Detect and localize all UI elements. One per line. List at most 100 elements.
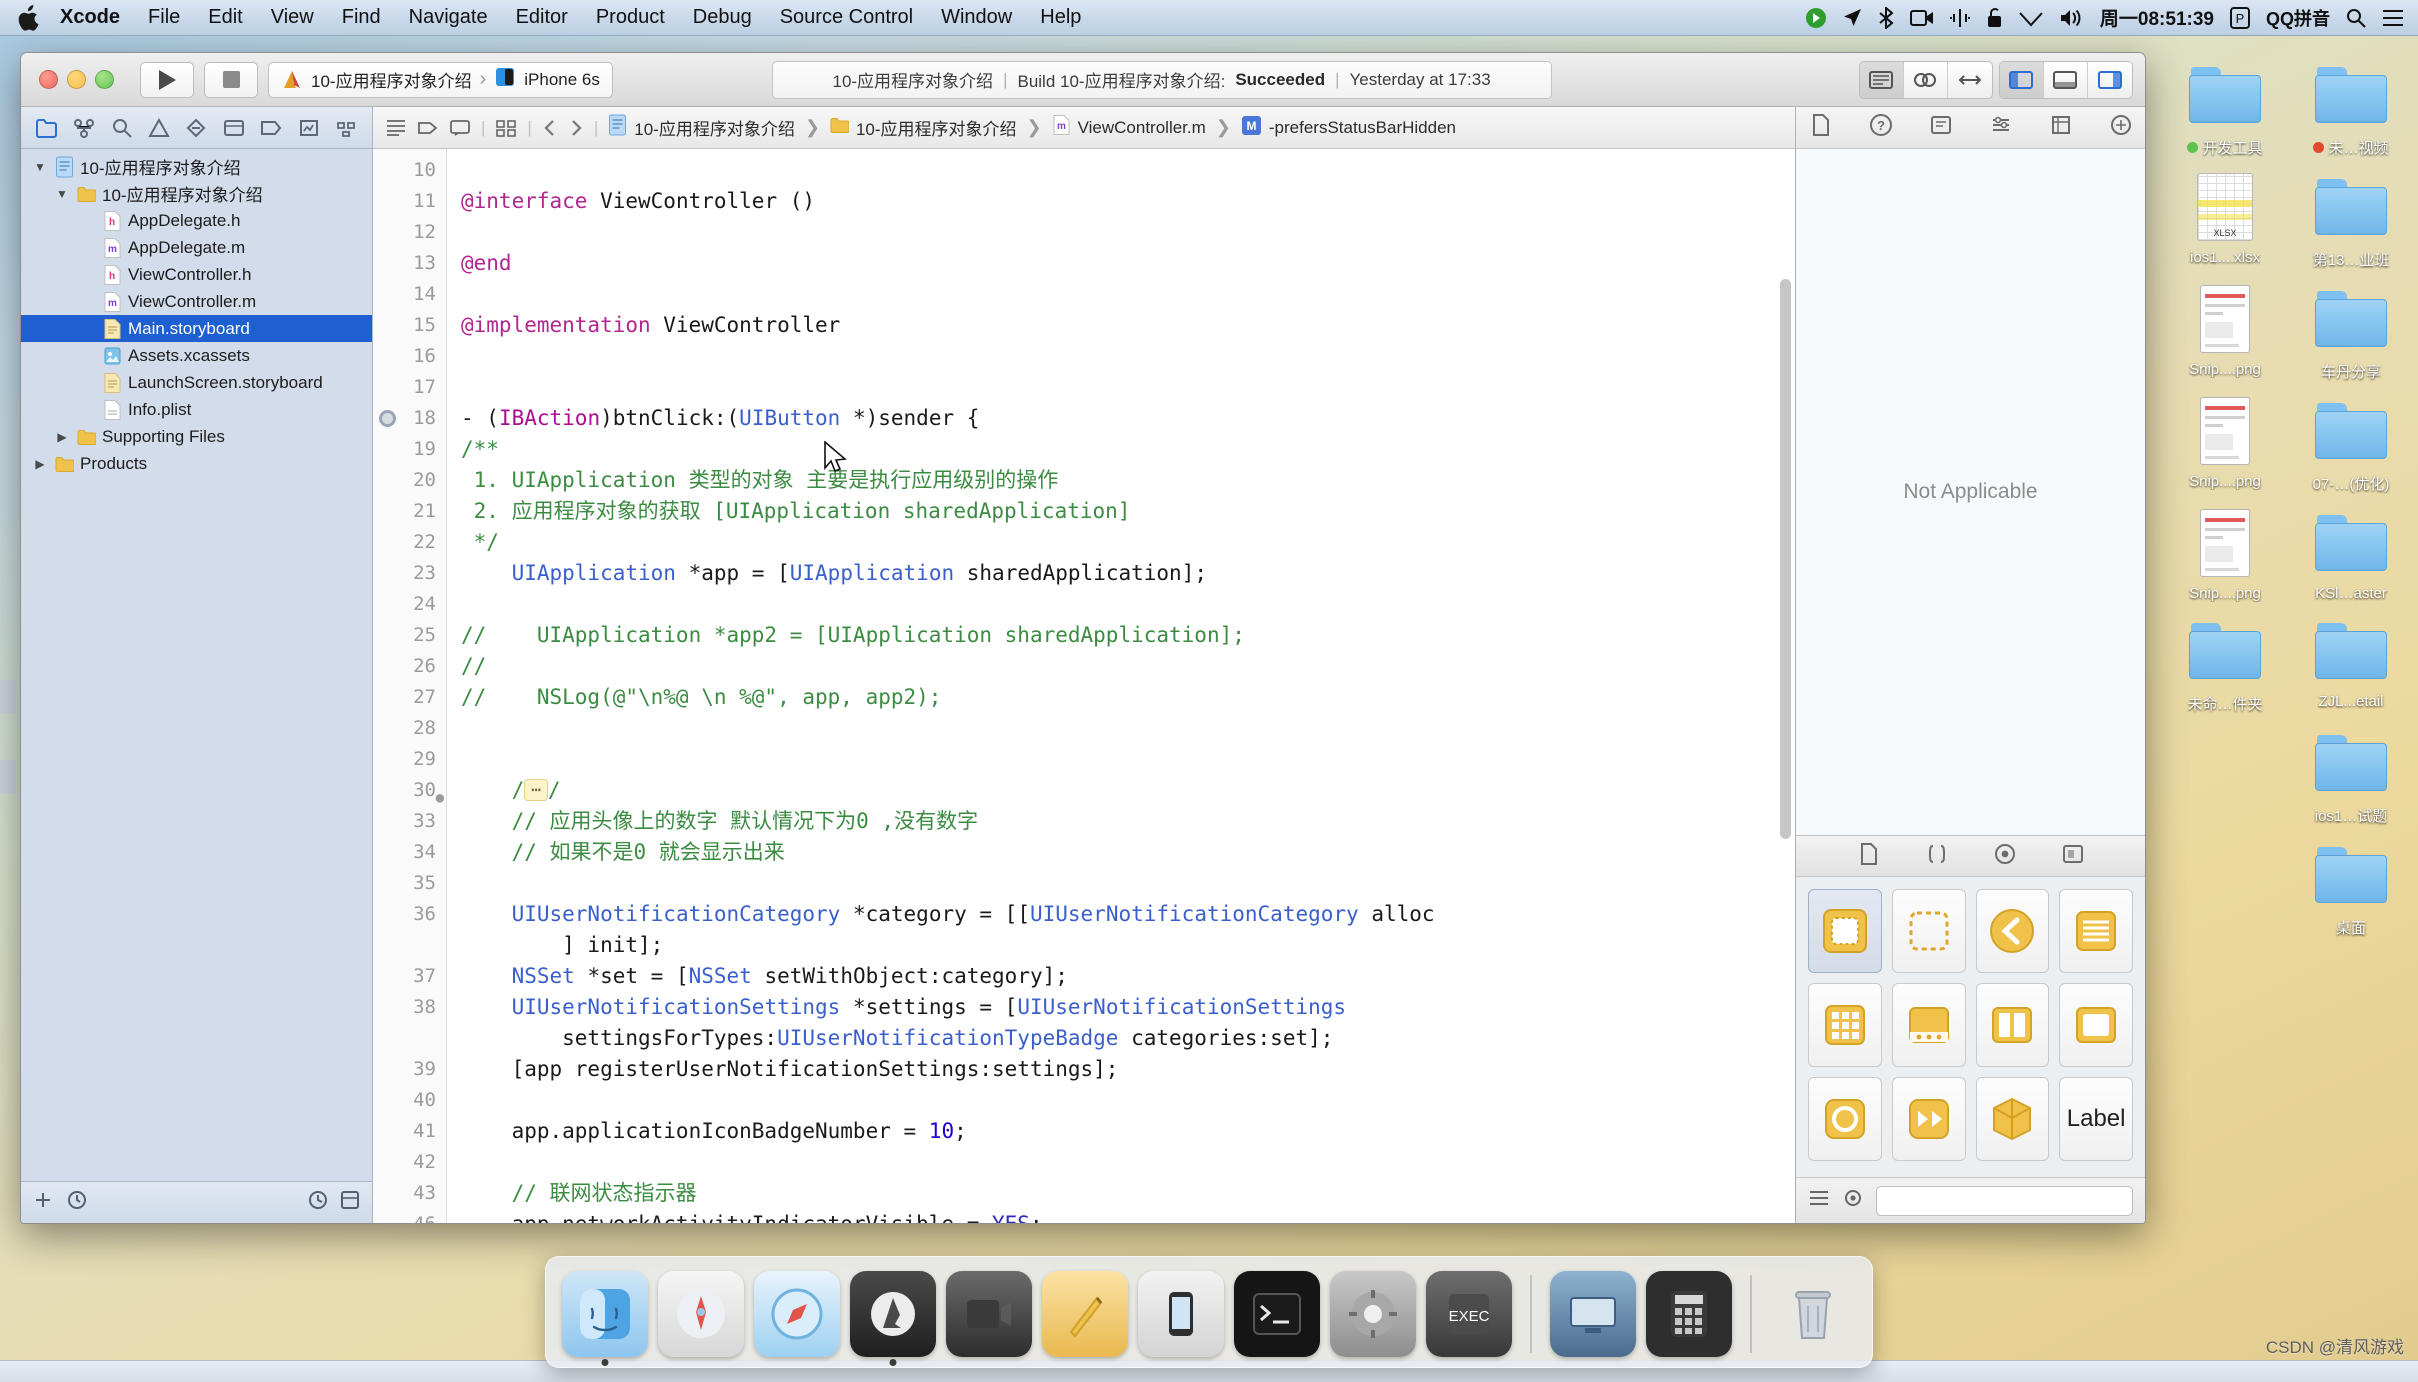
project-file-tree[interactable]: ▼ 10-应用程序对象介绍 ▼ 10-应用程序对象介绍 h AppDelegat…: [21, 149, 372, 1181]
find-navigator-icon[interactable]: [104, 112, 139, 144]
code-snippet-library-icon[interactable]: [1924, 842, 1950, 871]
library-item-view-controller[interactable]: [1808, 889, 1882, 973]
breadcrumb-project[interactable]: 10-应用程序对象介绍: [608, 114, 795, 141]
tree-row-appdelegate-m[interactable]: m AppDelegate.m: [21, 234, 372, 261]
media-library-icon[interactable]: [2060, 842, 2086, 871]
dock-item-imovie[interactable]: [946, 1271, 1032, 1357]
object-library-grid[interactable]: Label: [1796, 877, 2145, 1177]
desktop-item-folder-video[interactable]: 未…视频: [2292, 56, 2410, 158]
location-arrow-icon[interactable]: [1843, 8, 1862, 27]
library-list-view-icon[interactable]: [1808, 1188, 1830, 1213]
menu-item-xcode[interactable]: Xcode: [46, 6, 134, 29]
desktop-item-folder-07[interactable]: 07-…(优化): [2292, 392, 2410, 494]
screen-record-icon[interactable]: [1909, 9, 1934, 27]
input-method-label[interactable]: QQ拼音: [2266, 5, 2330, 31]
wifi-icon[interactable]: [2019, 9, 2043, 27]
issue-navigator-icon[interactable]: [141, 112, 176, 144]
library-item-table-view-controller[interactable]: [2059, 889, 2133, 973]
tree-row-assets[interactable]: Assets.xcassets: [21, 342, 372, 369]
desktop-item-xlsx[interactable]: XLSX ios1....xlsx: [2166, 168, 2284, 270]
lock-icon[interactable]: [1986, 7, 2003, 28]
tree-row-appdelegate-h[interactable]: h AppDelegate.h: [21, 207, 372, 234]
menu-item-navigate[interactable]: Navigate: [395, 6, 502, 29]
source-control-filter-icon[interactable]: [340, 1190, 360, 1215]
library-item-gl-kit-view-controller[interactable]: [1808, 1077, 1882, 1161]
desktop-item-folder-class13[interactable]: 第13…业班: [2292, 168, 2410, 270]
dock-item-safari[interactable]: [754, 1271, 840, 1357]
library-item-navigation-controller[interactable]: [1975, 889, 2050, 973]
dock-item-system-preferences[interactable]: [1330, 1271, 1416, 1357]
comment-icon[interactable]: [449, 119, 471, 137]
file-inspector-icon[interactable]: [1809, 113, 1833, 142]
identity-inspector-icon[interactable]: [1929, 113, 1953, 142]
report-navigator-icon[interactable]: [291, 112, 326, 144]
desktop-item-folder-untitled[interactable]: 未命…件夹: [2166, 612, 2284, 714]
bluetooth-icon[interactable]: [1878, 6, 1894, 29]
version-editor-icon[interactable]: [1948, 62, 1992, 98]
tree-row-supporting-files[interactable]: ▶ Supporting Files: [21, 423, 372, 450]
symbol-navigator-icon[interactable]: [329, 112, 364, 144]
file-template-library-icon[interactable]: [1856, 842, 1882, 871]
related-files-icon[interactable]: [495, 119, 517, 137]
source-code-text[interactable]: @interface ViewController () @end @imple…: [447, 149, 1795, 1223]
line-number-with-breakpoint[interactable]: 18: [373, 403, 446, 434]
assistant-editor-icon[interactable]: [1904, 61, 1948, 98]
dock-item-terminal[interactable]: [1234, 1271, 1320, 1357]
editor-vertical-scrollbar[interactable]: [1780, 279, 1791, 839]
add-icon[interactable]: [33, 1190, 53, 1215]
menu-item-debug[interactable]: Debug: [679, 6, 766, 29]
menubar-clock[interactable]: 周一08:51:39: [2100, 4, 2214, 31]
dock-item-trash[interactable]: [1770, 1271, 1856, 1357]
menu-item-file[interactable]: File: [134, 6, 194, 29]
menu-item-editor[interactable]: Editor: [502, 6, 582, 29]
network-icon[interactable]: [1949, 8, 1970, 28]
disclosure-triangle-down-icon[interactable]: ▼: [53, 187, 71, 201]
navigator-toggle-icon[interactable]: [1999, 61, 2044, 98]
tree-row-info-plist[interactable]: Info.plist: [21, 396, 372, 423]
dock-item-script-editor[interactable]: EXEC: [1426, 1271, 1512, 1357]
disclosure-triangle-right-icon[interactable]: ▶: [53, 430, 71, 444]
apple-menu-icon[interactable]: [18, 4, 40, 31]
size-inspector-icon[interactable]: [2049, 113, 2073, 142]
library-item-label[interactable]: Label: [2059, 1077, 2133, 1161]
menu-item-find[interactable]: Find: [328, 6, 395, 29]
desktop-item-snip-2[interactable]: Snip....png: [2166, 392, 2284, 494]
debug-navigator-icon[interactable]: [216, 112, 251, 144]
dock-item-launchpad[interactable]: [658, 1271, 744, 1357]
connections-inspector-icon[interactable]: [2109, 113, 2133, 142]
filter-recent-icon[interactable]: [67, 1190, 87, 1215]
desktop-item-snip-1[interactable]: Snip....png: [2166, 280, 2284, 382]
desktop-item-folder-ksl[interactable]: KSl…aster: [2292, 504, 2410, 602]
line-number-folded[interactable]: ● 30: [373, 775, 446, 806]
back-arrow-icon[interactable]: [542, 118, 558, 138]
library-item-storyboard-reference[interactable]: [1891, 889, 1966, 973]
breadcrumb-file[interactable]: m ViewController.m: [1052, 114, 1206, 141]
desktop-item-folder-share[interactable]: 车丹分享: [2292, 280, 2410, 382]
menu-item-product[interactable]: Product: [582, 6, 679, 29]
library-filter-icon[interactable]: [1842, 1188, 1864, 1213]
library-item-object[interactable]: [1975, 1077, 2050, 1161]
tree-row-main-storyboard[interactable]: Main.storyboard: [21, 315, 372, 342]
tag-icon[interactable]: [417, 119, 439, 137]
tree-row-project[interactable]: ▼ 10-应用程序对象介绍: [21, 153, 372, 180]
close-button[interactable]: [39, 70, 58, 89]
breakpoint-navigator-icon[interactable]: [254, 112, 289, 144]
source-control-navigator-icon[interactable]: [66, 112, 101, 144]
stop-button[interactable]: [204, 61, 258, 98]
disclosure-triangle-down-icon[interactable]: ▼: [31, 160, 49, 174]
utilities-toggle-icon[interactable]: [2088, 62, 2132, 98]
dock-item-sketch[interactable]: [1042, 1271, 1128, 1357]
library-item-collection-view-controller[interactable]: [1808, 983, 1882, 1067]
zoom-button[interactable]: [95, 70, 114, 89]
run-button[interactable]: [140, 61, 194, 98]
library-item-avkit-player-controller[interactable]: [1891, 1077, 1966, 1161]
input-source-badge-icon[interactable]: P: [2229, 6, 2250, 29]
dock-item-xcode[interactable]: [850, 1271, 936, 1366]
library-item-split-view-controller[interactable]: [1975, 983, 2050, 1067]
volume-icon[interactable]: [2059, 8, 2084, 28]
forward-arrow-icon[interactable]: [568, 118, 584, 138]
minimize-button[interactable]: [67, 70, 86, 89]
tree-row-viewcontroller-h[interactable]: h ViewController.h: [21, 261, 372, 288]
library-item-page-view-controller[interactable]: [2059, 983, 2133, 1067]
desktop-item-folder-desktop[interactable]: 桌面: [2292, 836, 2410, 938]
